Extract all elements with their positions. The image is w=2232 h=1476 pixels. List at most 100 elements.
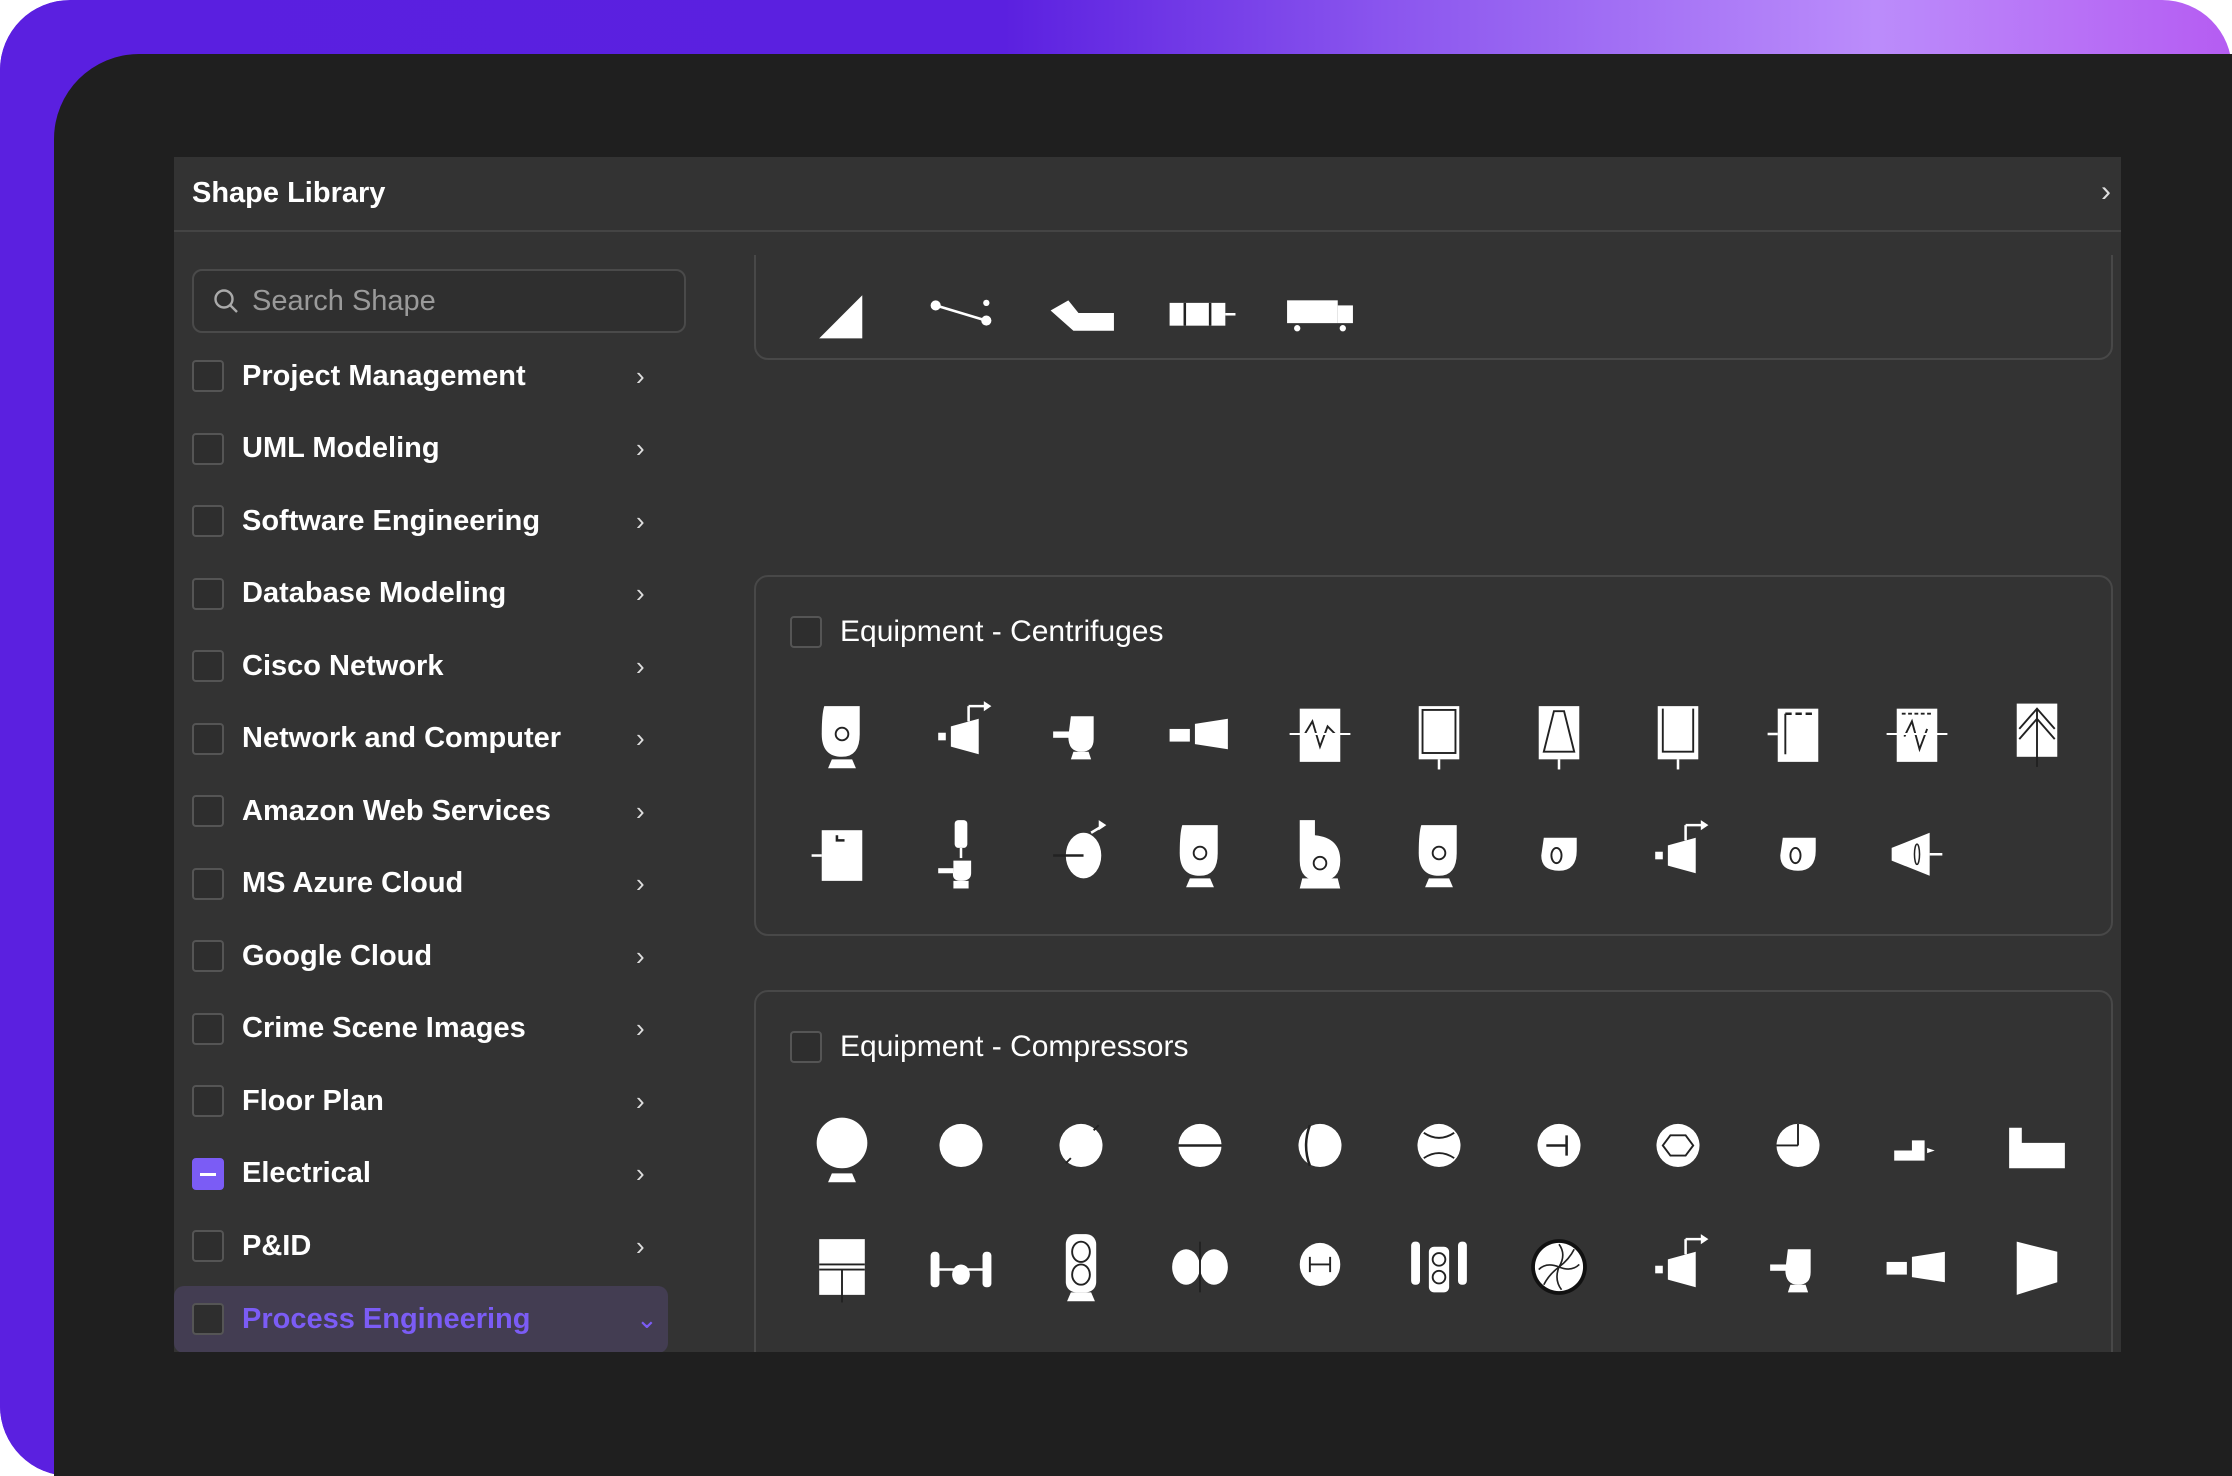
ellipse-hex-icon[interactable] xyxy=(1619,1088,1739,1207)
vessel-side-icon[interactable] xyxy=(1619,674,1739,793)
category-item[interactable]: Software Engineering › xyxy=(174,485,668,558)
ellipse-h-icon[interactable] xyxy=(1260,1207,1380,1326)
inline-turbine-icon[interactable] xyxy=(1141,674,1261,793)
ellipse-arc-icon[interactable] xyxy=(1260,1088,1380,1207)
trapezoid-icon[interactable] xyxy=(1977,1207,2097,1326)
truck-icon[interactable] xyxy=(1260,255,1380,372)
ellipse-wave-icon[interactable] xyxy=(1141,1326,1261,1352)
category-list[interactable]: Project Management › UML Modeling › Soft… xyxy=(174,352,674,1352)
chevron-right-icon[interactable]: › xyxy=(636,941,645,972)
category-checkbox[interactable] xyxy=(192,1230,224,1263)
search-input[interactable] xyxy=(252,284,652,318)
chevron-right-icon[interactable]: › xyxy=(636,868,645,899)
step-block-icon[interactable] xyxy=(1858,1088,1978,1207)
chevron-right-icon[interactable]: › xyxy=(636,651,645,682)
tank-box-icon[interactable] xyxy=(1021,1326,1141,1352)
twin-posts-icon[interactable] xyxy=(902,1207,1022,1326)
chevron-right-icon[interactable]: › xyxy=(636,1231,645,1262)
category-checkbox[interactable] xyxy=(192,795,224,828)
volute-icon[interactable] xyxy=(1738,793,1858,912)
stacked-pump-icon[interactable] xyxy=(902,793,1022,912)
turbine-arrow-icon[interactable] xyxy=(1619,793,1739,912)
split-box-icon[interactable] xyxy=(782,1207,902,1326)
line-nodes-icon[interactable] xyxy=(902,255,1022,372)
category-item[interactable]: Database Modeling › xyxy=(174,558,668,631)
category-item[interactable]: Google Cloud › xyxy=(174,920,668,993)
posts-tower-icon[interactable] xyxy=(1380,1207,1500,1326)
ellipse-cross-icon[interactable] xyxy=(1738,1088,1858,1207)
chevron-right-icon[interactable]: › xyxy=(636,361,645,392)
inline-block-icon[interactable] xyxy=(1141,255,1261,372)
chevron-down-icon[interactable]: ⌄ xyxy=(636,1304,658,1335)
vessel-chevron-icon[interactable] xyxy=(1977,674,2097,793)
blower-small-icon[interactable] xyxy=(1021,674,1141,793)
blower-small-icon[interactable] xyxy=(1738,1207,1858,1326)
blower-stand-icon[interactable] xyxy=(782,674,902,793)
ellipse-stand-icon[interactable] xyxy=(782,1088,902,1207)
vessel-plain-icon[interactable] xyxy=(1380,674,1500,793)
category-checkbox[interactable] xyxy=(192,505,224,538)
notch-block-icon[interactable] xyxy=(1977,1088,2097,1207)
category-item[interactable]: Crime Scene Images › xyxy=(174,993,668,1066)
volute-icon[interactable] xyxy=(1499,793,1619,912)
cone-fan-icon[interactable] xyxy=(1858,793,1978,912)
blower-stand-icon[interactable] xyxy=(1141,793,1261,912)
category-checkbox[interactable] xyxy=(192,360,224,393)
shape-content[interactable]: Equipment - Centrifuges Equipment - Compr… xyxy=(754,255,2121,1352)
fan-wheel-icon[interactable] xyxy=(1499,1207,1619,1326)
category-item[interactable]: Floor Plan › xyxy=(174,1065,668,1138)
category-checkbox[interactable] xyxy=(192,650,224,683)
blower-stand-icon[interactable] xyxy=(1380,793,1500,912)
category-checkbox[interactable] xyxy=(192,1157,224,1190)
category-checkbox[interactable] xyxy=(192,432,224,465)
inline-turbine-icon[interactable] xyxy=(1858,1207,1978,1326)
ellipse-tee-icon[interactable] xyxy=(1499,1088,1619,1207)
category-checkbox[interactable] xyxy=(192,722,224,755)
category-item[interactable]: Process Engineering ⌄ xyxy=(174,1285,668,1352)
category-item[interactable]: Project Management › xyxy=(174,352,668,413)
section-checkbox[interactable] xyxy=(790,616,822,648)
chevron-right-icon[interactable]: › xyxy=(636,433,645,464)
ellipse-ring-icon[interactable] xyxy=(1260,1326,1380,1352)
category-checkbox[interactable] xyxy=(192,1303,224,1335)
chevron-right-icon[interactable]: › xyxy=(636,723,645,754)
chevron-right-icon[interactable]: › xyxy=(636,506,645,537)
category-checkbox[interactable] xyxy=(192,577,224,610)
skid-icon[interactable] xyxy=(902,1326,1022,1352)
category-item[interactable]: Cisco Network › xyxy=(174,630,668,703)
chevron-right-icon[interactable]: › xyxy=(636,1086,645,1117)
ellipse-arcs-icon[interactable] xyxy=(1380,1088,1500,1207)
category-checkbox[interactable] xyxy=(192,1012,224,1045)
chevron-right-icon[interactable]: › xyxy=(2101,175,2121,209)
vessel-wave-icon[interactable] xyxy=(1260,674,1380,793)
category-checkbox[interactable] xyxy=(192,867,224,900)
search-box[interactable] xyxy=(192,269,686,333)
twin-ellipse-icon[interactable] xyxy=(1141,1207,1261,1326)
chevron-right-icon[interactable]: › xyxy=(636,578,645,609)
hopper-icon[interactable] xyxy=(1021,255,1141,372)
category-item[interactable]: P&ID › xyxy=(174,1210,668,1283)
vessel-tag-icon[interactable] xyxy=(782,793,902,912)
disc-arrow-icon[interactable] xyxy=(1021,793,1141,912)
blower-tall-icon[interactable] xyxy=(1260,793,1380,912)
chevron-right-icon[interactable]: › xyxy=(636,1013,645,1044)
ellipse-icon[interactable] xyxy=(902,1088,1022,1207)
turbine-arrow-icon[interactable] xyxy=(902,674,1022,793)
category-item[interactable]: Amazon Web Services › xyxy=(174,775,668,848)
category-item[interactable]: Electrical › xyxy=(174,1138,668,1211)
turbine-arrow-icon[interactable] xyxy=(782,1326,902,1352)
ellipse-line-icon[interactable] xyxy=(1141,1088,1261,1207)
vessel-dashed-icon[interactable] xyxy=(1738,674,1858,793)
chevron-right-icon[interactable]: › xyxy=(636,1158,645,1189)
category-item[interactable]: Network and Computer › xyxy=(174,703,668,776)
vessel-dashed-wave-icon[interactable] xyxy=(1858,674,1978,793)
tower-stand-icon[interactable] xyxy=(1021,1207,1141,1326)
vessel-cone-icon[interactable] xyxy=(1499,674,1619,793)
turbine-arrow-icon[interactable] xyxy=(1619,1207,1739,1326)
section-checkbox[interactable] xyxy=(790,1031,822,1063)
category-checkbox[interactable] xyxy=(192,1085,224,1118)
category-item[interactable]: MS Azure Cloud › xyxy=(174,848,668,921)
chevron-right-icon[interactable]: › xyxy=(636,796,645,827)
wedge-icon[interactable] xyxy=(782,255,902,372)
category-checkbox[interactable] xyxy=(192,940,224,973)
